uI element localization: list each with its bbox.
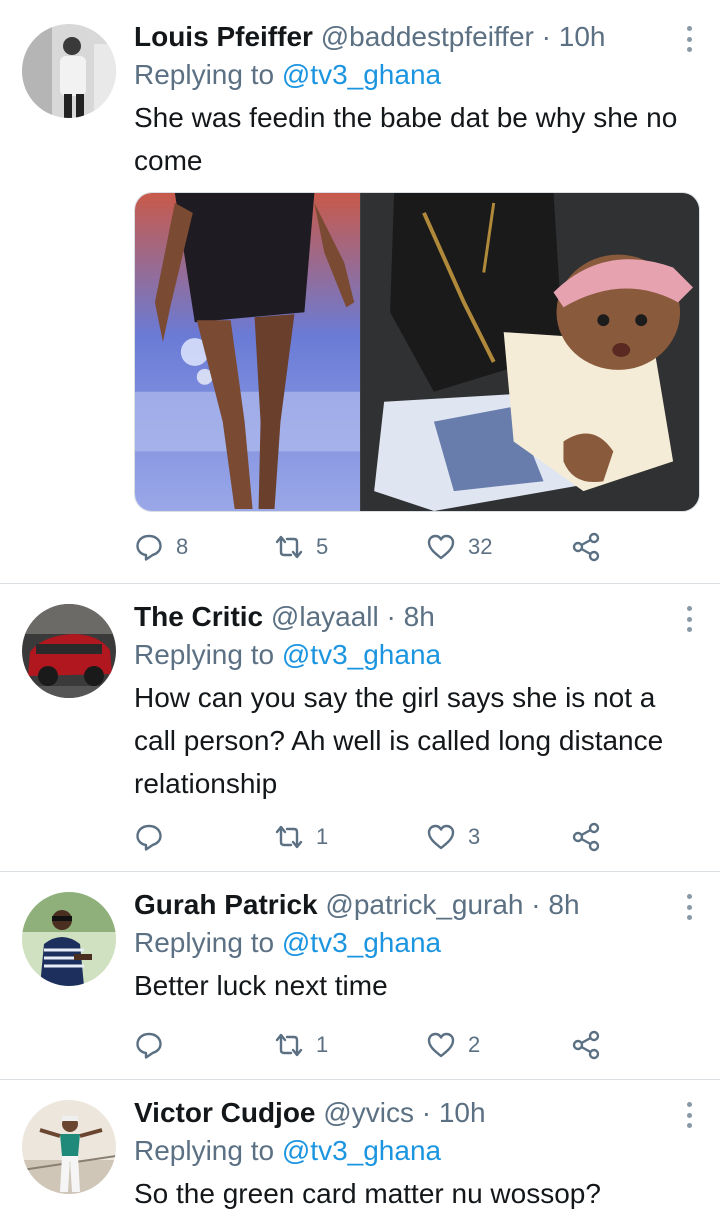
- tweet[interactable]: The Critic @layaall · 8h Replying to @tv…: [0, 584, 720, 872]
- tweet-text: How can you say the girl says she is not…: [134, 682, 664, 799]
- heart-icon: [427, 824, 455, 850]
- tweet-header: Gurah Patrick @patrick_gurah · 8h: [134, 886, 700, 924]
- share-button[interactable]: [572, 1028, 602, 1062]
- reply-icon: [136, 534, 162, 561]
- timestamp[interactable]: 10h: [439, 1097, 486, 1128]
- tweet-media-image[interactable]: [134, 192, 700, 512]
- tweet[interactable]: Louis Pfeiffer @baddestpfeiffer · 10h Re…: [0, 0, 720, 584]
- tweet-header: The Critic @layaall · 8h: [134, 598, 700, 636]
- avatar[interactable]: [22, 24, 116, 118]
- replying-to-mention[interactable]: @tv3_ghana: [282, 639, 441, 670]
- share-button[interactable]: [572, 820, 602, 854]
- tweet-header: Louis Pfeiffer @baddestpfeiffer · 10h: [134, 18, 700, 56]
- like-count: 3: [468, 824, 481, 849]
- reply-icon: [136, 824, 162, 851]
- retweet-count: 5: [316, 534, 329, 559]
- tweet-text: Better luck next time: [134, 970, 388, 1001]
- tweet[interactable]: Gurah Patrick @patrick_gurah · 8h Replyi…: [0, 872, 720, 1080]
- avatar[interactable]: [22, 892, 116, 986]
- tweet-actions: 1 3: [134, 820, 614, 854]
- replying-to-label: Replying to: [134, 639, 275, 670]
- like-button[interactable]: 3: [426, 820, 480, 854]
- separator-dot: ·: [541, 21, 551, 52]
- replying-to-mention[interactable]: @tv3_ghana: [282, 927, 441, 958]
- reply-button[interactable]: 8: [134, 530, 188, 564]
- retweet-button[interactable]: 5: [274, 530, 328, 564]
- timestamp[interactable]: 8h: [404, 601, 435, 632]
- user-handle[interactable]: @baddestpfeiffer: [321, 21, 534, 52]
- like-count: 32: [468, 534, 493, 559]
- tweet[interactable]: Victor Cudjoe @yvics · 10h Replying to @…: [0, 1080, 720, 1219]
- retweet-button[interactable]: 1: [274, 1028, 328, 1062]
- more-options-icon[interactable]: [686, 606, 692, 632]
- share-icon: [572, 1030, 600, 1060]
- replying-to-mention[interactable]: @tv3_ghana: [282, 59, 441, 90]
- reply-button[interactable]: [134, 820, 164, 854]
- heart-icon: [427, 1032, 455, 1058]
- share-button[interactable]: [572, 530, 602, 564]
- retweet-icon: [275, 825, 303, 849]
- tweet-actions: 8 5 32: [134, 530, 614, 564]
- user-handle[interactable]: @layaall: [271, 601, 379, 632]
- like-button[interactable]: 32: [426, 530, 492, 564]
- replying-to: Replying to @tv3_ghana: [134, 1132, 700, 1170]
- display-name[interactable]: Louis Pfeiffer: [134, 21, 313, 52]
- like-count: 2: [468, 1032, 481, 1057]
- display-name[interactable]: Gurah Patrick: [134, 889, 318, 920]
- display-name[interactable]: Victor Cudjoe: [134, 1097, 316, 1128]
- replying-to-mention[interactable]: @tv3_ghana: [282, 1135, 441, 1166]
- share-icon: [572, 822, 600, 852]
- retweet-icon: [275, 535, 303, 559]
- tweet-text: She was feedin the babe dat be why she n…: [134, 102, 678, 176]
- heart-icon: [427, 534, 455, 560]
- replying-to: Replying to @tv3_ghana: [134, 636, 700, 674]
- separator-dot: ·: [386, 601, 396, 632]
- retweet-icon: [275, 1033, 303, 1057]
- user-handle[interactable]: @yvics: [323, 1097, 414, 1128]
- retweet-count: 1: [316, 1032, 329, 1057]
- reply-count: 8: [176, 534, 189, 559]
- timestamp[interactable]: 10h: [559, 21, 606, 52]
- more-options-icon[interactable]: [686, 894, 692, 920]
- timestamp[interactable]: 8h: [548, 889, 579, 920]
- share-icon: [572, 532, 600, 562]
- user-handle[interactable]: @patrick_gurah: [325, 889, 523, 920]
- more-options-icon[interactable]: [686, 26, 692, 52]
- tweet-text: So the green card matter nu wossop?: [134, 1178, 601, 1209]
- display-name[interactable]: The Critic: [134, 601, 263, 632]
- retweet-button[interactable]: 1: [274, 820, 328, 854]
- more-options-icon[interactable]: [686, 1102, 692, 1128]
- retweet-count: 1: [316, 824, 329, 849]
- tweet-header: Victor Cudjoe @yvics · 10h: [134, 1094, 700, 1132]
- separator-dot: ·: [531, 889, 541, 920]
- reply-icon: [136, 1032, 162, 1059]
- like-button[interactable]: 2: [426, 1028, 480, 1062]
- replying-to-label: Replying to: [134, 1135, 275, 1166]
- reply-button[interactable]: [134, 1028, 164, 1062]
- separator-dot: ·: [421, 1097, 432, 1128]
- avatar[interactable]: [22, 1100, 116, 1194]
- replying-to: Replying to @tv3_ghana: [134, 56, 700, 94]
- replying-to-label: Replying to: [134, 927, 275, 958]
- avatar[interactable]: [22, 604, 116, 698]
- replying-to-label: Replying to: [134, 59, 275, 90]
- replying-to: Replying to @tv3_ghana: [134, 924, 700, 962]
- tweet-actions: 1 2: [134, 1028, 614, 1062]
